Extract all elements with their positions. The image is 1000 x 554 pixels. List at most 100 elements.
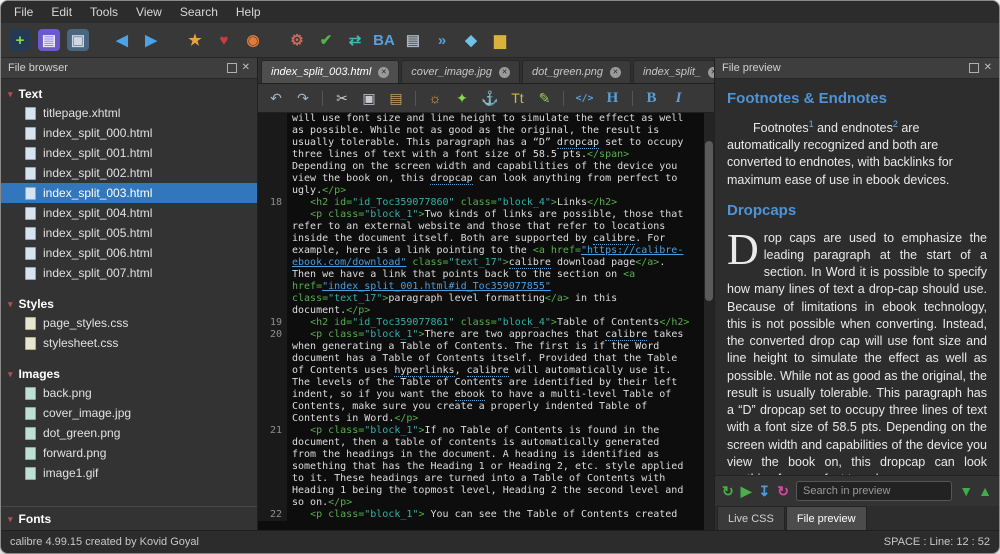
file-item-page-styles-css[interactable]: page_styles.css [1,313,257,333]
undock-icon[interactable] [969,63,979,73]
code-area[interactable]: will use font size and line height to si… [258,113,704,530]
code-line: so on.</p> [258,497,704,509]
sync-position-icon[interactable]: ↧ [759,483,771,500]
bookmark-icon[interactable]: ★ [184,29,206,51]
tab-close-icon[interactable]: ✕ [610,67,621,78]
file-item-index-split-001-html[interactable]: index_split_001.html [1,143,257,163]
compress-book-icon[interactable]: ⇄ [344,29,366,51]
check-book-icon[interactable]: ⚙ [286,29,308,51]
run-preview-icon[interactable]: ▶ [741,483,752,500]
line-text: from the headings in the document. A hea… [287,449,704,461]
file-item-titlepage-xhtml[interactable]: titlepage.xhtml [1,103,257,123]
code-line: refer to an external website and those t… [258,221,704,233]
manage-fonts-icon[interactable]: BA [373,29,395,51]
reports-icon[interactable]: ▤ [402,29,424,51]
go-back-icon[interactable]: ◀ [111,29,133,51]
menu-item-view[interactable]: View [127,3,171,21]
close-panel-icon[interactable]: ✕ [242,63,250,73]
file-item-index-split-005-html[interactable]: index_split_005.html [1,223,257,243]
scrollbar-thumb[interactable] [705,141,713,301]
file-item-index-split-002-html[interactable]: index_split_002.html [1,163,257,183]
file-icon [25,207,36,220]
italic-icon[interactable]: I [671,90,687,107]
close-panel-icon[interactable]: ✕ [984,63,992,73]
chart-icon[interactable]: ▆ [489,29,511,51]
find-next-icon[interactable]: ▼ [959,483,973,499]
insert-tag-icon[interactable]: </> [575,93,593,104]
menu-item-edit[interactable]: Edit [42,3,81,21]
insert-link-icon[interactable]: ⚓ [481,90,498,107]
menu-item-help[interactable]: Help [227,3,270,21]
undo-icon[interactable]: ↶ [268,90,284,107]
preview-tab-live-css[interactable]: Live CSS [717,506,785,530]
preview-tab-file-preview[interactable]: File preview [786,506,867,530]
file-name: index_split_003.html [43,186,152,200]
expander-icon: ▾ [8,89,13,100]
preview-search-input[interactable] [796,481,952,501]
code-editor[interactable]: will use font size and line height to si… [258,113,714,530]
refresh-preview-icon[interactable]: ↻ [722,483,734,500]
section-fonts[interactable]: ▾Fonts [1,510,257,528]
special-char-icon[interactable]: ◆ [460,29,482,51]
file-item-back-png[interactable]: back.png [1,383,257,403]
menu-item-file[interactable]: File [5,3,42,21]
tab-dot-green-png[interactable]: dot_green.png✕ [522,60,631,83]
file-icon [25,467,36,480]
go-forward-icon[interactable]: ▶ [140,29,162,51]
tab-close-icon[interactable]: ✕ [499,67,510,78]
copy-icon[interactable]: ▣ [361,90,377,107]
file-item-image1-gif[interactable]: image1.gif [1,463,257,483]
beautify-icon[interactable]: ✎ [536,90,552,107]
file-preview-content: Footnotes & Endnotes Footnotes1 and endn… [715,79,999,475]
tab-cover-image-jpg[interactable]: cover_image.jpg✕ [401,60,520,83]
file-item-index-split-004-html[interactable]: index_split_004.html [1,203,257,223]
heading-icon[interactable]: H [605,90,621,107]
file-item-index-split-007-html[interactable]: index_split_007.html [1,263,257,283]
calibre-logo-icon[interactable]: ◉ [242,29,264,51]
line-text: <h2 id="id_Toc359077860" class="block_4"… [287,197,704,209]
fix-html-icon[interactable]: ✦ [454,90,470,107]
cut-icon[interactable]: ✂ [334,90,350,107]
redo-icon[interactable]: ↷ [295,90,311,107]
open-book-icon[interactable]: ▤ [38,29,60,51]
undock-icon[interactable] [227,63,237,73]
footnotes-text: and endnotes [814,121,893,135]
code-line: Contents in Word.</p> [258,413,704,425]
change-case-icon[interactable]: Tt [509,90,525,106]
donate-icon[interactable]: ♥ [213,29,235,51]
section-images[interactable]: ▾Images [1,365,257,383]
code-line: usually tolerable. This paragraph has a … [258,137,704,149]
editor-scrollbar[interactable] [704,113,714,530]
bold-icon[interactable]: B [644,90,660,107]
save-icon[interactable]: ▣ [67,29,89,51]
find-prev-icon[interactable]: ▲ [978,483,992,499]
file-item-index-split-000-html[interactable]: index_split_000.html [1,123,257,143]
spell-check-icon[interactable]: ✔ [315,29,337,51]
tab-index-split-003-html[interactable]: index_split_003.html✕ [261,60,399,83]
code-line: three lines of text with a font size of … [258,149,704,161]
section-text[interactable]: ▾Text [1,85,257,103]
toolbar-separator [563,91,564,106]
paste-icon[interactable]: ▤ [388,90,404,107]
line-text: inside the document itself. Both are sup… [287,233,704,245]
line-text: <h2 id="id_Toc359077861" class="block_4"… [287,317,704,329]
section-styles[interactable]: ▾Styles [1,295,257,313]
menu-item-tools[interactable]: Tools [81,3,127,21]
file-item-index-split-003-html[interactable]: index_split_003.html [1,183,257,203]
tab-close-icon[interactable]: ✕ [378,67,389,78]
code-line: The levels of the Table of Contents are … [258,377,704,389]
file-item-index-split-006-html[interactable]: index_split_006.html [1,243,257,263]
file-item-dot-green-png[interactable]: dot_green.png [1,423,257,443]
file-item-stylesheet-css[interactable]: stylesheet.css [1,333,257,353]
line-text: <p class="block_1">Two kinds of links ar… [287,209,704,221]
smarten-punctuation-icon[interactable]: ☼ [427,90,443,106]
insert-quotes-icon[interactable]: » [431,29,453,51]
reload-icon[interactable]: ↻ [777,483,789,500]
new-file-icon[interactable]: + [9,29,31,51]
file-item-cover-image-jpg[interactable]: cover_image.jpg [1,403,257,423]
main-toolbar: + ▤ ▣ ◀ ▶ ★ ♥ ◉ ⚙ ✔ ⇄ BA ▤ » ◆ ▆ [1,23,999,58]
file-browser-panel: File browser ✕ ▾Texttitlepage.xhtmlindex… [1,58,258,530]
menu-item-search[interactable]: Search [171,3,227,21]
line-number [258,113,287,125]
file-item-forward-png[interactable]: forward.png [1,443,257,463]
